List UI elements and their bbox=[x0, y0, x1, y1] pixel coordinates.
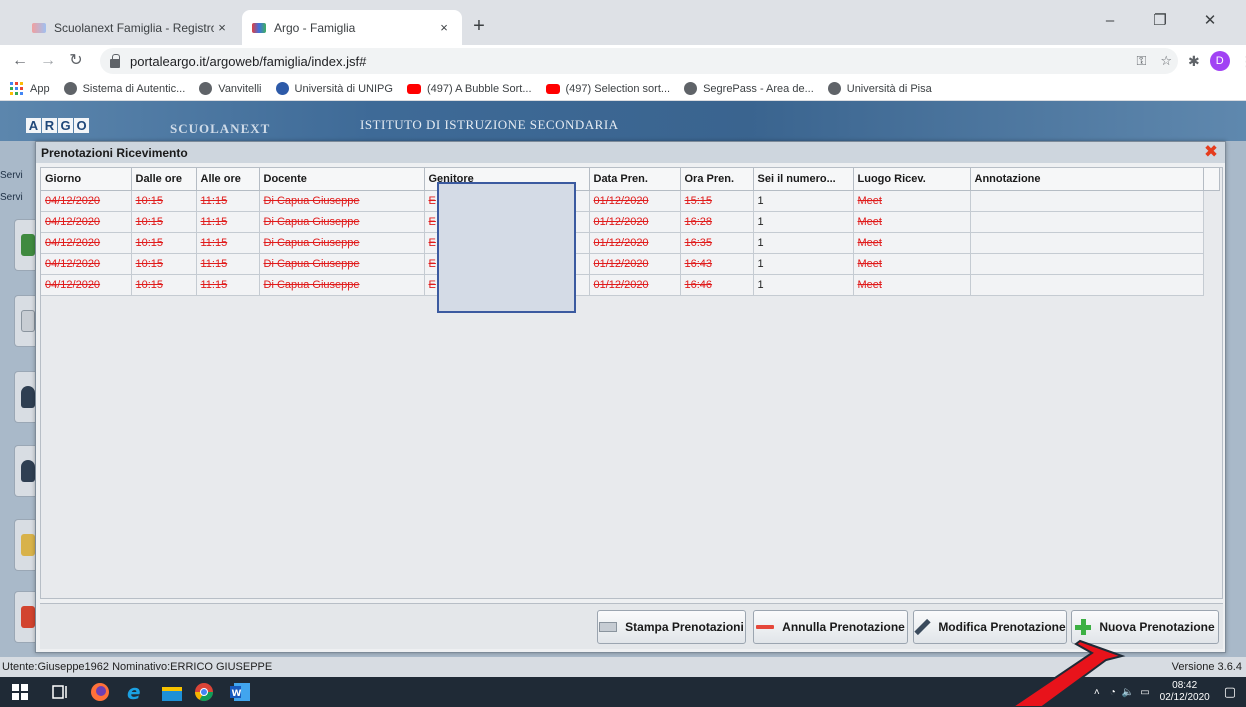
bookmark-selection-sort[interactable]: (497) Selection sort... bbox=[545, 83, 670, 95]
column-header-ora-pren[interactable]: Ora Pren. bbox=[680, 168, 754, 191]
stampa-prenotazioni-button[interactable]: Stampa Prenotazioni bbox=[597, 610, 746, 644]
window-close-button[interactable]: ✕ bbox=[1190, 8, 1230, 34]
menu-kebab-icon[interactable]: ⋮ bbox=[1240, 53, 1246, 70]
column-header-data-pren[interactable]: Data Pren. bbox=[589, 168, 681, 191]
bookmark-sistema-autenticazione[interactable]: Sistema di Autentic... bbox=[63, 82, 185, 95]
address-bar[interactable]: portaleargo.it/argoweb/famiglia/index.js… bbox=[100, 48, 1178, 74]
column-header-filler bbox=[1203, 168, 1220, 191]
browser-toolbar: ← → ↻ portaleargo.it/argoweb/famiglia/in… bbox=[0, 45, 1246, 77]
minimize-button[interactable]: – bbox=[1090, 8, 1130, 34]
bookmark-unipg[interactable]: Università di UNIPG bbox=[275, 82, 393, 95]
minus-icon bbox=[756, 625, 775, 629]
youtube-icon bbox=[545, 83, 560, 94]
svg-text:e: e bbox=[127, 682, 141, 702]
calendar-icon bbox=[21, 310, 35, 332]
tab-argo-famiglia[interactable]: Argo - Famiglia × bbox=[242, 10, 462, 45]
table-row[interactable]: 04/12/2020 10:15 11:15 Di Capua Giuseppe… bbox=[41, 253, 1219, 275]
word-icon[interactable]: W bbox=[230, 683, 250, 701]
svg-text:W: W bbox=[232, 689, 242, 699]
close-tab-icon[interactable]: × bbox=[436, 20, 452, 35]
key-icon[interactable]: ⚿ bbox=[1136, 53, 1146, 69]
school-name: ISTITUTO DI ISTRUZIONE SECONDARIA bbox=[360, 117, 619, 132]
windows-start-icon[interactable] bbox=[12, 684, 28, 700]
tab-title: Scuolanext Famiglia - Registro El bbox=[54, 20, 214, 35]
user-icon bbox=[21, 460, 35, 482]
apps-icon bbox=[10, 81, 24, 96]
bookmarks-bar: App Sistema di Autentic... Vanvitelli Un… bbox=[0, 77, 1246, 101]
document-icon bbox=[21, 606, 35, 628]
notifications-icon[interactable]: ▢ bbox=[1224, 684, 1236, 700]
bookings-table: Giorno Dalle ore Alle ore Docente Genito… bbox=[41, 168, 1220, 296]
chrome-icon[interactable] bbox=[194, 682, 214, 702]
extensions-icon[interactable]: ✱ bbox=[1188, 53, 1200, 70]
reload-icon[interactable]: ↻ bbox=[64, 48, 88, 74]
bookmark-vanvitelli[interactable]: Vanvitelli bbox=[199, 82, 262, 95]
prenotazioni-dialog: Prenotazioni Ricevimento ✖ Giorno Dalle … bbox=[35, 141, 1226, 653]
printer-icon bbox=[599, 622, 618, 632]
product-name: SCUOLANEXT bbox=[170, 121, 271, 136]
table-row[interactable]: 04/12/2020 10:15 11:15 Di Capua Giuseppe… bbox=[41, 190, 1219, 212]
unipg-icon bbox=[275, 82, 289, 95]
back-arrow-icon[interactable]: ← bbox=[8, 48, 32, 74]
redaction-box bbox=[437, 182, 576, 313]
task-view-icon[interactable] bbox=[52, 684, 70, 700]
bookings-grid: Giorno Dalle ore Alle ore Docente Genito… bbox=[40, 167, 1223, 599]
globe-icon bbox=[199, 82, 213, 95]
forward-arrow-icon[interactable]: → bbox=[36, 48, 60, 74]
side-label-servizi: Servi bbox=[0, 170, 23, 181]
argo-favicon-icon bbox=[252, 22, 266, 33]
bookmark-app[interactable]: App bbox=[10, 81, 50, 96]
column-header-giorno[interactable]: Giorno bbox=[41, 168, 132, 191]
profile-avatar[interactable]: D bbox=[1209, 51, 1230, 71]
bookmark-segrepass[interactable]: SegrePass - Area de... bbox=[684, 82, 814, 95]
lock-icon bbox=[110, 53, 120, 68]
restore-button[interactable]: ❐ bbox=[1140, 8, 1180, 34]
bookmark-universita-pisa[interactable]: Università di Pisa bbox=[827, 82, 932, 95]
plus-icon bbox=[1075, 619, 1092, 635]
table-row[interactable]: 04/12/2020 10:15 11:15 Di Capua Giuseppe… bbox=[41, 211, 1219, 233]
tab-scuolanext[interactable]: Scuolanext Famiglia - Registro El × bbox=[22, 10, 240, 45]
internet-explorer-icon[interactable]: e bbox=[124, 682, 146, 702]
dialog-close-icon[interactable]: ✖ bbox=[1203, 143, 1219, 160]
star-icon[interactable]: ☆ bbox=[1160, 53, 1172, 69]
argo-app: A R G O SCUOLANEXT ISTITUTO DI ISTRUZION… bbox=[0, 101, 1246, 677]
table-header-row: Giorno Dalle ore Alle ore Docente Genito… bbox=[41, 168, 1220, 191]
scuolanext-favicon-icon bbox=[32, 22, 46, 33]
side-label-servizi: Servi bbox=[0, 192, 23, 203]
globe-icon bbox=[827, 82, 841, 95]
column-header-dalle-ore[interactable]: Dalle ore bbox=[131, 168, 197, 191]
file-explorer-icon[interactable] bbox=[162, 684, 182, 701]
globe-icon bbox=[684, 82, 698, 95]
annotation-arrow-icon bbox=[1010, 639, 1126, 707]
table-row[interactable]: 04/12/2020 10:15 11:15 Di Capua Giuseppe… bbox=[41, 274, 1219, 296]
argo-logo: A R G O bbox=[26, 118, 89, 133]
browser-tab-strip: Scuolanext Famiglia - Registro El × Argo… bbox=[0, 0, 1246, 45]
dialog-title: Prenotazioni Ricevimento bbox=[36, 142, 1225, 163]
column-header-docente[interactable]: Docente bbox=[259, 168, 425, 191]
app-banner: A R G O SCUOLANEXT ISTITUTO DI ISTRUZION… bbox=[0, 101, 1246, 141]
column-header-luogo-ricev[interactable]: Luogo Ricev. bbox=[853, 168, 971, 191]
tab-title: Argo - Famiglia bbox=[274, 20, 356, 35]
youtube-icon bbox=[406, 83, 421, 94]
table-row[interactable]: 04/12/2020 10:15 11:15 Di Capua Giuseppe… bbox=[41, 232, 1219, 254]
column-header-annotazione[interactable]: Annotazione bbox=[970, 168, 1204, 191]
taskbar-clock[interactable]: 08:42 02/12/2020 bbox=[1160, 680, 1210, 704]
column-header-alle-ore[interactable]: Alle ore bbox=[196, 168, 260, 191]
pencil-icon bbox=[914, 619, 930, 635]
firefox-icon[interactable] bbox=[90, 682, 110, 702]
user-info: Utente:Giuseppe1962 Nominativo:ERRICO GI… bbox=[2, 661, 273, 673]
annulla-prenotazione-button[interactable]: Annulla Prenotazione bbox=[753, 610, 908, 644]
globe-icon bbox=[63, 82, 77, 95]
url-text: portaleargo.it/argoweb/famiglia/index.js… bbox=[130, 53, 367, 69]
app-version: Versione 3.6.4 bbox=[1171, 661, 1242, 673]
close-tab-icon[interactable]: × bbox=[214, 20, 230, 35]
column-header-sei-il-numero[interactable]: Sei il numero... bbox=[753, 168, 854, 191]
folder-icon bbox=[21, 534, 35, 556]
new-tab-button[interactable]: + bbox=[466, 14, 492, 40]
bookmark-bubble-sort[interactable]: (497) A Bubble Sort... bbox=[406, 83, 532, 95]
book-icon bbox=[21, 234, 35, 256]
user-icon bbox=[21, 386, 35, 408]
